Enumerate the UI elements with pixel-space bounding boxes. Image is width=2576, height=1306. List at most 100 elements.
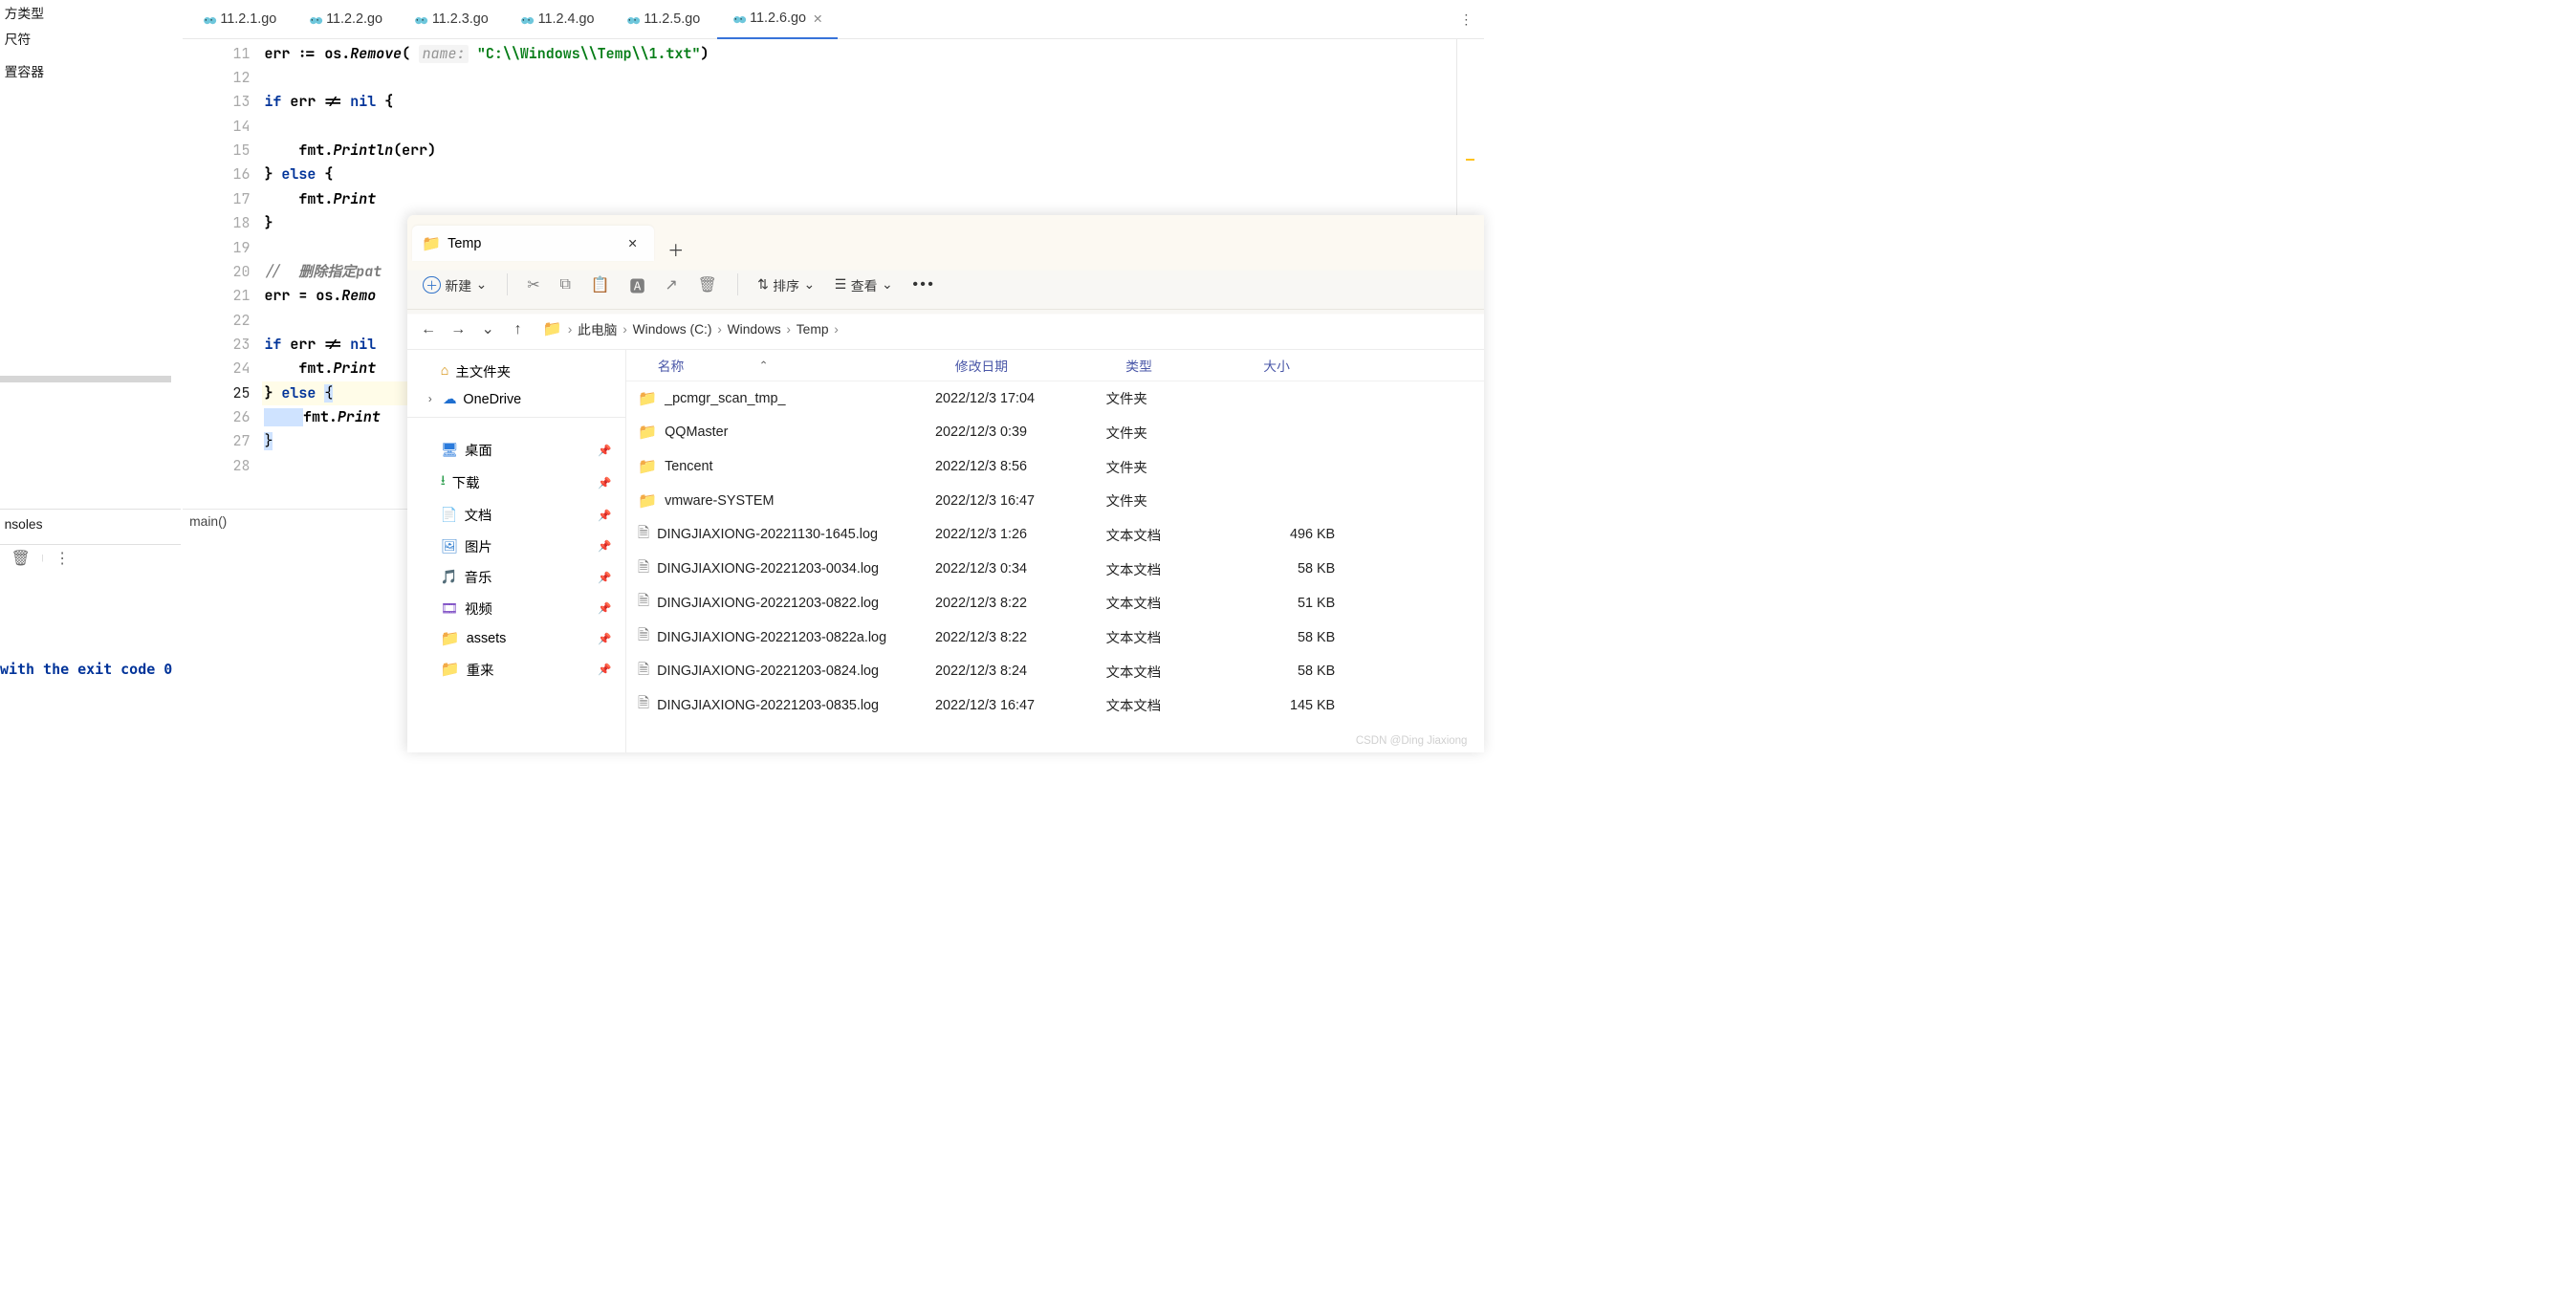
file-explorer-window: 📁 Temp ✕ ＋ ＋ 新建 ⌄ ✂ ⧉ 📋 🅰 ↗ 🗑 ⇅ 排序 ⌄ ☰ 查… xyxy=(407,215,1484,752)
file-row[interactable]: 📁QQMaster 2022/12/3 0:39 文件夹 xyxy=(626,416,1483,450)
sidebar-quick-item[interactable]: 🎞视频📌 xyxy=(407,593,625,624)
file-row[interactable]: 📁Tencent 2022/12/3 8:56 文件夹 xyxy=(626,449,1483,484)
file-list-header[interactable]: 名称⌃ 修改日期 类型 大小 xyxy=(626,350,1483,381)
breadcrumb-item[interactable]: Windows (C:) xyxy=(633,321,712,337)
sidebar-quick-item[interactable]: 📁assets📌 xyxy=(407,623,625,654)
pin-icon[interactable]: 📌 xyxy=(598,444,622,457)
copy-icon[interactable]: ⧉ xyxy=(559,275,571,294)
go-file-icon xyxy=(308,12,324,29)
nav-up-icon[interactable]: ↑ xyxy=(507,320,529,338)
trash-icon[interactable]: 🗑 xyxy=(11,549,31,568)
file-row[interactable]: 🗎DINGJIAXIONG-20221203-0824.log 2022/12/… xyxy=(626,654,1483,688)
editor-tab[interactable]: 11.2.1.go xyxy=(187,0,291,39)
close-tab-icon[interactable]: ✕ xyxy=(813,11,823,26)
file-name: _pcmgr_scan_tmp_ xyxy=(665,391,785,406)
code-line[interactable]: fmt.Println(err) xyxy=(264,139,1483,163)
plus-icon: ＋ xyxy=(423,276,440,294)
rename-icon[interactable]: 🅰 xyxy=(630,273,645,296)
sidebar-item-selected[interactable] xyxy=(0,376,171,382)
sidebar-item[interactable] xyxy=(0,52,181,58)
editor-tab[interactable]: 11.2.2.go xyxy=(294,0,397,39)
go-file-icon xyxy=(731,11,748,28)
sidebar-quick-item[interactable]: ⭳下载📌 xyxy=(407,466,625,500)
code-line[interactable]: } else { xyxy=(264,163,1483,186)
cut-icon[interactable]: ✂ xyxy=(527,275,540,294)
pin-icon[interactable]: 📌 xyxy=(598,476,622,490)
go-file-icon xyxy=(413,12,429,29)
file-name: DINGJIAXIONG-20221203-0824.log xyxy=(657,664,879,679)
pin-icon[interactable]: 📌 xyxy=(598,663,622,676)
editor-tab[interactable]: 11.2.6.go✕ xyxy=(717,0,838,39)
breadcrumb-item[interactable]: 此电脑 xyxy=(578,319,617,338)
more-icon[interactable]: ⋮ xyxy=(55,549,70,568)
new-tab-button[interactable]: ＋ xyxy=(654,237,697,261)
sidebar-item[interactable]: 尺符 xyxy=(0,26,181,52)
pin-icon[interactable]: 📌 xyxy=(598,509,622,522)
address-breadcrumb[interactable]: 📁 › 此电脑 › Windows (C:) › Windows › Temp … xyxy=(543,319,839,338)
file-date: 2022/12/3 8:24 xyxy=(935,664,1106,679)
file-row[interactable]: 🗎DINGJIAXIONG-20221130-1645.log 2022/12/… xyxy=(626,518,1483,553)
code-line[interactable] xyxy=(264,66,1483,90)
code-line[interactable]: fmt.Print xyxy=(264,187,1483,211)
sidebar-quick-item[interactable]: 🖥桌面📌 xyxy=(407,434,625,466)
file-row[interactable]: 🗎DINGJIAXIONG-20221203-0822a.log 2022/12… xyxy=(626,620,1483,655)
sidebar-item[interactable]: 方类型 xyxy=(0,0,181,26)
editor-tab[interactable]: 11.2.5.go xyxy=(611,0,714,39)
close-tab-icon[interactable]: ✕ xyxy=(627,236,638,250)
delete-icon[interactable]: 🗑 xyxy=(698,275,717,294)
more-button[interactable]: ••• xyxy=(912,275,935,294)
file-type: 文本文档 xyxy=(1106,559,1244,579)
chevron-down-icon: ⌄ xyxy=(882,276,893,293)
file-row[interactable]: 📁vmware-SYSTEM 2022/12/3 16:47 文件夹 xyxy=(626,484,1483,518)
sidebar-quick-item[interactable]: 📁重来📌 xyxy=(407,654,625,686)
new-button[interactable]: ＋ 新建 ⌄ xyxy=(423,275,487,294)
sidebar-item-label: 音乐 xyxy=(465,567,492,587)
file-row[interactable]: 🗎DINGJIAXIONG-20221203-0822.log 2022/12/… xyxy=(626,586,1483,620)
code-line[interactable] xyxy=(264,115,1483,139)
breadcrumb-item[interactable]: Temp xyxy=(797,321,829,337)
paste-icon[interactable]: 📋 xyxy=(591,275,610,294)
explorer-tab-label: Temp xyxy=(448,236,481,251)
file-size: 58 KB xyxy=(1244,561,1354,577)
nav-back-icon[interactable]: ← xyxy=(418,320,440,338)
file-name: DINGJIAXIONG-20221203-0835.log xyxy=(657,698,879,713)
pin-icon[interactable]: 📌 xyxy=(598,601,622,615)
sidebar-item[interactable]: 置容器 xyxy=(0,58,181,84)
code-line[interactable]: if err != nil { xyxy=(264,90,1483,114)
file-type: 文件夹 xyxy=(1106,490,1244,511)
go-file-icon xyxy=(413,12,427,27)
sort-button[interactable]: ⇅ 排序 ⌄ xyxy=(757,275,815,294)
file-row[interactable]: 📁_pcmgr_scan_tmp_ 2022/12/3 17:04 文件夹 xyxy=(626,381,1483,416)
sidebar-quick-item[interactable]: 🖼图片📌 xyxy=(407,531,625,562)
file-row[interactable]: 🗎DINGJIAXIONG-20221203-0034.log 2022/12/… xyxy=(626,552,1483,586)
go-file-icon xyxy=(308,12,322,27)
breadcrumb-item[interactable]: Windows xyxy=(728,321,781,337)
tab-overflow-icon[interactable]: ⋮ xyxy=(1459,11,1479,28)
tab-label: 11.2.4.go xyxy=(538,11,595,27)
code-line[interactable]: err := os.Remove( name: "C:\\Windows\\Te… xyxy=(264,42,1483,66)
file-row[interactable]: 🗎DINGJIAXIONG-20221203-0835.log 2022/12/… xyxy=(626,688,1483,723)
share-icon[interactable]: ↗ xyxy=(665,275,678,294)
file-icon: 🗎 xyxy=(638,557,649,581)
chevron-right-icon[interactable]: › xyxy=(425,394,437,405)
nav-forward-icon[interactable]: → xyxy=(448,320,469,338)
line-gutter: 111213141516171819202122232425262728 xyxy=(183,39,262,581)
sidebar-onedrive[interactable]: › ☁ OneDrive xyxy=(407,387,625,414)
editor-tab[interactable]: 11.2.3.go xyxy=(399,0,502,39)
editor-tab[interactable]: 11.2.4.go xyxy=(505,0,608,39)
consoles-panel-label[interactable]: nsoles xyxy=(0,513,181,535)
tab-label: 11.2.2.go xyxy=(326,11,382,27)
sidebar-item-label: 图片 xyxy=(465,536,492,556)
explorer-tab-temp[interactable]: 📁 Temp ✕ xyxy=(412,226,654,261)
nav-history-icon[interactable]: ⌄ xyxy=(477,319,499,338)
sidebar-quick-item[interactable]: 🎵音乐📌 xyxy=(407,561,625,593)
sidebar-home[interactable]: ⌂ 主文件夹 xyxy=(407,356,625,387)
pin-icon[interactable]: 📌 xyxy=(598,632,622,645)
view-button[interactable]: ☰ 查看 ⌄ xyxy=(835,275,893,294)
pin-icon[interactable]: 📌 xyxy=(598,539,622,553)
pin-icon[interactable]: 📌 xyxy=(598,571,622,584)
explorer-sidebar: ⌂ 主文件夹 › ☁ OneDrive 🖥桌面📌⭳下载📌📄文档📌🖼图片📌🎵音乐📌… xyxy=(407,350,626,752)
sidebar-quick-item[interactable]: 📄文档📌 xyxy=(407,499,625,531)
tab-label: 11.2.5.go xyxy=(644,11,700,27)
folder-icon: 📁 xyxy=(543,319,562,338)
